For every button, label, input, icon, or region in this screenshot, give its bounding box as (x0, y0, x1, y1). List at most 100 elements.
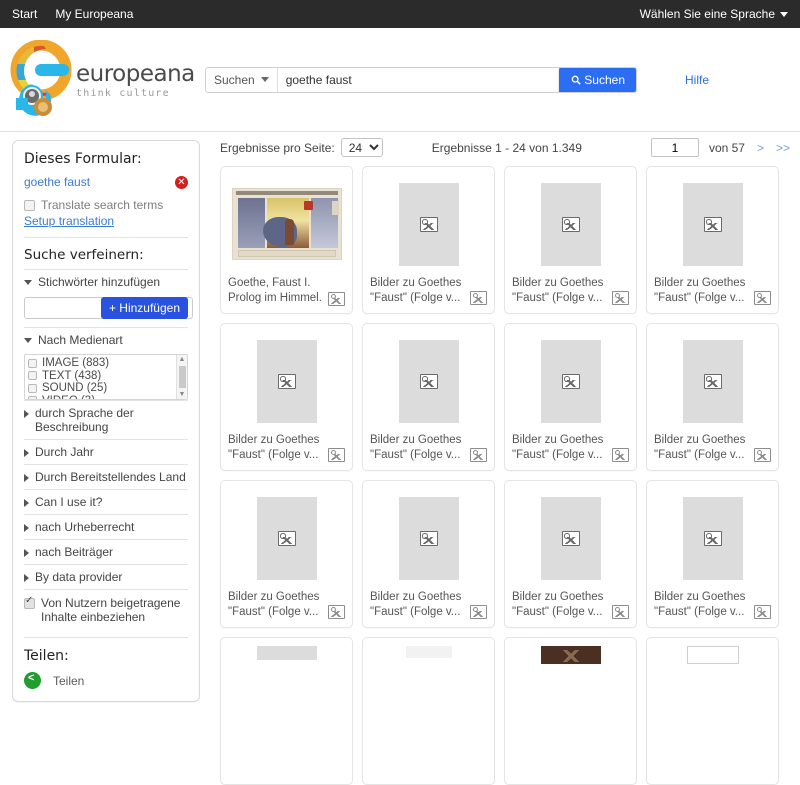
facet-row[interactable]: Can I use it? (24, 489, 188, 514)
result-card[interactable]: Bilder zu Goethes "Faust" (Folge v... (220, 480, 353, 628)
facet-row[interactable]: Durch Jahr (24, 439, 188, 464)
scroll-down-icon[interactable]: ▼ (177, 390, 187, 399)
media-type-checkbox[interactable] (28, 371, 37, 381)
result-thumbnail-placeholder (540, 339, 601, 423)
media-type-checkbox[interactable] (28, 396, 37, 399)
europeana-logo[interactable]: europeana think culture (0, 39, 200, 120)
facet-media-type-header[interactable]: Nach Medienart (24, 328, 188, 352)
result-card[interactable]: Bilder zu Goethes "Faust" (Folge v... (646, 166, 779, 314)
result-card[interactable]: Bilder zu Goethes "Faust" (Folge v... (504, 166, 637, 314)
europeana-logo-text: europeana think culture (76, 61, 195, 99)
media-type-image-icon (612, 448, 629, 462)
result-card[interactable]: Bilder zu Goethes "Faust" (Folge v... (646, 323, 779, 471)
facet-header[interactable]: durch Sprache der Beschreibung (24, 401, 188, 439)
media-list-scrollbar[interactable]: ▲ ▼ (176, 355, 187, 399)
page-number-input[interactable] (650, 138, 699, 157)
facet-header[interactable]: By data provider (24, 565, 188, 589)
result-card[interactable]: Bilder zu Goethes "Faust" (Folge v... (220, 323, 353, 471)
nav-my-europeana-link[interactable]: My Europeana (55, 7, 133, 21)
result-card[interactable]: Bilder zu Goethes "Faust" (Folge v... (362, 480, 495, 628)
facet-header[interactable]: nach Beiträger (24, 540, 188, 564)
facet-keywords-header[interactable]: Stichwörter hinzufügen (24, 270, 188, 294)
facet-label: nach Urheberrecht (35, 520, 135, 534)
result-caption: Bilder zu Goethes "Faust" (Folge v... (512, 276, 629, 305)
image-placeholder-icon (703, 216, 722, 232)
result-caption: Bilder zu Goethes "Faust" (Folge v... (654, 276, 771, 305)
media-type-image-icon (754, 605, 771, 619)
media-type-option[interactable]: IMAGE (883) (28, 357, 187, 370)
media-type-list: IMAGE (883)TEXT (438)SOUND (25)VIDEO (3)… (24, 354, 188, 400)
search-scope-dropdown[interactable]: Suchen (206, 67, 278, 92)
facet-row[interactable]: Durch Bereitstellendes Land (24, 464, 188, 489)
result-thumbnail-placeholder (682, 339, 743, 423)
active-query-row: goethe faust ✕ (24, 175, 188, 189)
language-selector-label: Wählen Sie eine Sprache (639, 7, 775, 21)
scrollbar-thumb[interactable] (179, 366, 186, 388)
facet-header[interactable]: nach Urheberrecht (24, 515, 188, 539)
result-card[interactable]: Bilder zu Goethes "Faust" (Folge v... (504, 323, 637, 471)
translate-search-terms-row[interactable]: Translate search terms (24, 198, 188, 212)
media-type-checkbox[interactable] (28, 358, 37, 368)
user-content-label: Von Nutzern beigetragene Inhalte einbezi… (41, 596, 181, 624)
media-type-option[interactable]: VIDEO (3) (28, 395, 187, 399)
result-title: Bilder zu Goethes "Faust" (Folge v... (512, 277, 604, 304)
result-title: Bilder zu Goethes "Faust" (Folge v... (654, 277, 746, 304)
last-page-button[interactable]: >> (776, 141, 790, 155)
result-thumbnail-placeholder (540, 182, 601, 266)
triangle-right-icon (24, 499, 29, 507)
results-toolbar: Ergebnisse pro Seite: 24 Ergebnisse 1 - … (214, 132, 794, 160)
result-thumbnail (654, 332, 771, 430)
facet-row[interactable]: By data provider (24, 564, 188, 589)
result-card[interactable]: Bilder zu Goethes "Faust" (Folge v... (362, 323, 495, 471)
help-link[interactable]: Hilfe (685, 73, 709, 87)
triangle-right-icon (24, 574, 29, 582)
media-type-image-icon (328, 605, 345, 619)
scroll-up-icon[interactable]: ▲ (177, 355, 187, 364)
translate-checkbox[interactable] (24, 200, 35, 211)
result-thumbnail-image (540, 646, 601, 664)
facet-row[interactable]: nach Urheberrecht (24, 514, 188, 539)
result-card[interactable]: Bilder zu Goethes "Faust" (Folge v... (646, 480, 779, 628)
media-type-option[interactable]: TEXT (438) (28, 370, 187, 383)
result-card[interactable] (646, 637, 779, 785)
media-type-image-icon (470, 291, 487, 305)
result-caption: Bilder zu Goethes "Faust" (Folge v... (370, 276, 487, 305)
active-query-term[interactable]: goethe faust (24, 175, 90, 189)
user-content-row[interactable]: Von Nutzern beigetragene Inhalte einbezi… (24, 590, 188, 628)
remove-query-icon[interactable]: ✕ (175, 175, 188, 189)
user-content-checkbox[interactable] (24, 595, 35, 609)
result-card[interactable] (362, 637, 495, 785)
media-type-checkbox[interactable] (28, 383, 37, 393)
result-title: Bilder zu Goethes "Faust" (Folge v... (512, 591, 604, 618)
media-type-option[interactable]: SOUND (25) (28, 382, 187, 395)
result-thumbnail (370, 646, 487, 744)
share-row[interactable]: Teilen (24, 672, 188, 689)
result-thumbnail (512, 332, 629, 430)
facet-row[interactable]: nach Beiträger (24, 539, 188, 564)
setup-translation-link[interactable]: Setup translation (24, 214, 188, 228)
result-card[interactable] (220, 637, 353, 785)
triangle-down-icon (24, 338, 32, 343)
result-card[interactable]: Bilder zu Goethes "Faust" (Folge v... (362, 166, 495, 314)
media-type-image-icon (470, 605, 487, 619)
facet-header[interactable]: Durch Jahr (24, 440, 188, 464)
nav-start-link[interactable]: Start (12, 7, 37, 21)
page-total-label: von 57 (708, 140, 745, 155)
result-card[interactable] (504, 637, 637, 785)
share-label: Teilen (53, 673, 85, 688)
facet-header[interactable]: Can I use it? (24, 490, 188, 514)
result-card[interactable]: Bilder zu Goethes "Faust" (Folge v... (504, 480, 637, 628)
add-keyword-button[interactable]: + Hinzufügen (100, 297, 188, 319)
next-page-button[interactable]: > (757, 141, 764, 155)
facet-row[interactable]: durch Sprache der Beschreibung (24, 400, 188, 439)
result-title: Bilder zu Goethes "Faust" (Folge v... (370, 277, 462, 304)
facet-header[interactable]: Durch Bereitstellendes Land (24, 465, 188, 489)
language-selector[interactable]: Wählen Sie eine Sprache (640, 7, 788, 21)
search-submit-label: Suchen (584, 73, 625, 87)
media-type-image-icon (612, 605, 629, 619)
search-submit-button[interactable]: Suchen (559, 67, 636, 92)
media-type-label: IMAGE (883) (42, 357, 110, 369)
result-thumbnail (654, 175, 771, 273)
image-placeholder-icon (703, 373, 722, 389)
result-card[interactable]: Goethe, Faust I. Prolog im Himmel. "Ken.… (220, 166, 353, 314)
